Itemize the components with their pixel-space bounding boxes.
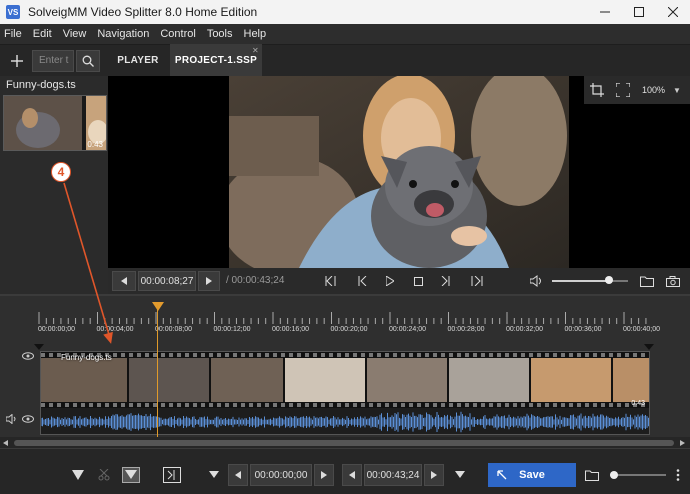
callout-badge: 4 xyxy=(51,162,71,182)
callout-arrow xyxy=(63,182,113,344)
